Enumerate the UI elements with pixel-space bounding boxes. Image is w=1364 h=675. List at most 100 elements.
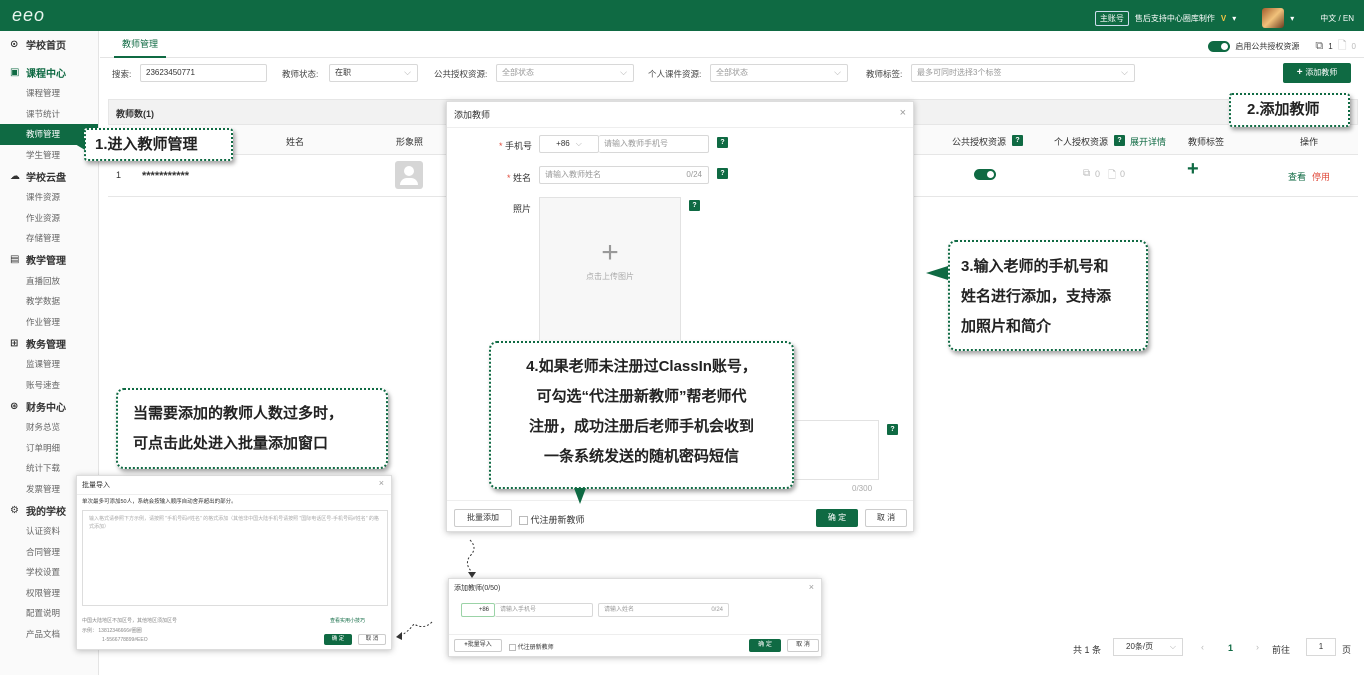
sidebar-item-homework[interactable]: 作业管理 [0,312,98,333]
mini-register-checkbox[interactable] [509,643,516,651]
callout-step-3: 3.输入老师的手机号和 姓名进行添加，支持添 加照片和简介 [948,240,1148,351]
intro-counter: 0/300 [852,484,873,493]
callout-4-line-1: 4.如果老师未注册过ClassIn账号， [526,358,757,375]
count-inactive: 0 [1351,42,1356,51]
sidebar-section-course[interactable]: ▣ 课程中心 [0,61,98,83]
callout-3-line-3: 加照片和简介 [961,318,1052,335]
chevron-down-icon: ⌵ [575,139,582,148]
callout-batch-line-2: 可点击此处进入批量添加窗口 [133,435,329,452]
mini-register-wrap[interactable]: 代注册新教师 [509,642,554,651]
home-icon: ⊙ [10,38,19,50]
batch-hint-region: 中国大陆地区不加区号，其他地区须加区号 [82,618,178,624]
callout-4-line-3: 注册，成功注册后老师手机会收到 [528,418,754,435]
sidebar-item-teaching-data[interactable]: 教学数据 [0,291,98,312]
help-icon[interactable]: ? [689,200,700,211]
mini-cancel-button[interactable]: 取 消 [787,639,819,652]
mini-modal-title: 添加教师(0/50) [454,585,501,592]
mini-counter: 0/24 [711,607,723,613]
photo-upload-area[interactable]: + 点击上传图片 [539,197,681,342]
avatar[interactable] [1262,8,1285,28]
sidebar-item-storage[interactable]: 存储管理 [0,228,98,249]
sidebar-section-cloud[interactable]: ☁ 学校云盘 [0,165,98,187]
top-bar: eeo 主账号 售后支持中心圈库制作 V ▾ ▾ 中文 / EN [0,0,1364,31]
mini-add-teacher-modal: 添加教师(0/50) × +86 请输入手机号 请输入姓名 0/24 +批量导入 … [448,578,822,657]
sidebar-item-monitor[interactable]: 监课管理 [0,354,98,375]
sidebar-item-account-lookup[interactable]: 账号速查 [0,375,98,396]
help-icon[interactable]: ? [887,424,898,435]
callout-4-line-2: 可勾选“代注册新教师”帮老师代 [536,388,747,405]
name-input[interactable]: 请输入教师姓名 0/24 [539,166,709,184]
callout-step-4: 4.如果老师未注册过ClassIn账号， 可勾选“代注册新教师”帮老师代 注册，… [489,341,794,489]
country-code-select[interactable]: +86 ⌵ [539,135,599,153]
tab-teacher-manage[interactable]: 教师管理 [114,31,167,58]
sidebar-item-finance-overview[interactable]: 财务总览 [0,417,98,438]
sidebar-item-homework-res[interactable]: 作业资源 [0,208,98,229]
chevron-down-icon[interactable]: ▾ [1232,14,1236,23]
teacher-tag-label: 教师标签: [866,69,903,79]
phone-label: * 手机号 [499,141,533,151]
batch-textarea[interactable]: 输入格式请参照下方示例，请按照 "手机号码#姓名" 的格式添加（其他非中国大陆手… [82,510,388,606]
phone-input[interactable]: 请输入教师手机号 [599,135,709,153]
mini-confirm-button[interactable]: 确 定 [749,639,781,652]
batch-example-2: 1-5566778899#EEO [102,637,148,643]
sidebar-item-lesson-stats[interactable]: 课节统计 [0,104,98,125]
personal-resource-label: 个人课件资源: [648,69,702,79]
public-resource-select[interactable]: 全部状态 [496,64,634,82]
language-switch[interactable]: 中文 / EN [1320,13,1354,24]
close-icon[interactable]: × [809,582,814,592]
mini-country-code[interactable]: +86 [461,603,495,617]
sidebar-item-orders[interactable]: 订单明细 [0,438,98,459]
batch-modal-title: 批量导入 [77,476,391,495]
sidebar-section-affairs[interactable]: ⊞ 教务管理 [0,332,98,354]
vip-badge: V [1220,13,1227,23]
money-icon: ⊛ [10,400,19,412]
school-name[interactable]: 售后支持中心圈库制作 [1135,13,1215,24]
teacher-tag-select[interactable]: 最多可同时选择3个标签 [911,64,1135,82]
grid-icon: ⊞ [10,337,19,349]
batch-import-modal: 批量导入 × 单次最多可添加50人，系统会按输入顺序自动舍弃超出的部分。 输入格… [76,475,392,650]
mini-name-input[interactable]: 请输入姓名 0/24 [598,603,729,617]
sidebar-item-replay[interactable]: 直播回放 [0,271,98,292]
top-right-area: 主账号 售后支持中心圈库制作 V ▾ ▾ 中文 / EN [1094,8,1354,28]
close-icon[interactable]: × [379,478,384,488]
batch-confirm-button[interactable]: 确 定 [324,634,352,645]
sidebar-item-course-manage[interactable]: 课程管理 [0,83,98,104]
callout-step-1: 1.进入教师管理 [84,128,233,161]
personal-resource-select[interactable]: 全部状态 [710,64,848,82]
search-input[interactable]: 23623450771 [140,64,267,82]
public-resource-toggle[interactable] [1208,41,1231,52]
confirm-button[interactable]: 确 定 [816,509,858,527]
callout-3-line-2: 姓名进行添加，支持添 [961,288,1112,305]
callout-3-line-1: 3.输入老师的手机号和 [961,258,1109,275]
sidebar-section-teaching[interactable]: ▤ 教学管理 [0,249,98,271]
callout-pointer-4 [574,488,586,504]
file-icon: 🗋 [1337,40,1347,52]
mini-footer-divider [449,634,821,635]
callout-batch-line-1: 当需要添加的教师人数过多时， [133,405,344,422]
name-counter: 0/24 [686,170,702,179]
batch-add-button[interactable]: 批量添加 [454,509,512,527]
mini-batch-import-button[interactable]: +批量导入 [454,639,502,652]
register-checkbox-wrap[interactable]: 代注册新教师 [519,513,585,526]
callout-step-2: 2.添加教师 [1229,93,1350,127]
register-new-teacher-checkbox[interactable] [519,516,528,526]
close-icon[interactable]: × [900,107,906,119]
sidebar-section-finance[interactable]: ⊛ 财务中心 [0,395,98,417]
batch-cancel-button[interactable]: 取 消 [358,634,386,645]
sidebar-item-courseware[interactable]: 课件资源 [0,187,98,208]
add-teacher-button[interactable]: + 添加教师 [1283,63,1351,83]
cancel-button[interactable]: 取 消 [865,509,907,527]
callout-pointer-3 [926,266,948,280]
calendar-icon: ▣ [10,66,20,78]
callout-pointer-1 [75,138,85,150]
logo[interactable]: eeo [12,5,45,26]
practical-tips-link[interactable]: 查看实用小技巧 [330,617,365,624]
mini-phone-input[interactable]: 请输入手机号 [495,603,593,617]
public-resource-label: 公共授权资源: [434,69,488,79]
sidebar-section-home[interactable]: ⊙ 学校首页 [0,33,98,55]
count-active: 1 [1328,42,1333,51]
avatar-chevron-icon[interactable]: ▾ [1290,14,1294,23]
help-icon[interactable]: ? [717,168,728,179]
status-select[interactable]: 在职 [329,64,418,82]
help-icon[interactable]: ? [717,137,728,148]
